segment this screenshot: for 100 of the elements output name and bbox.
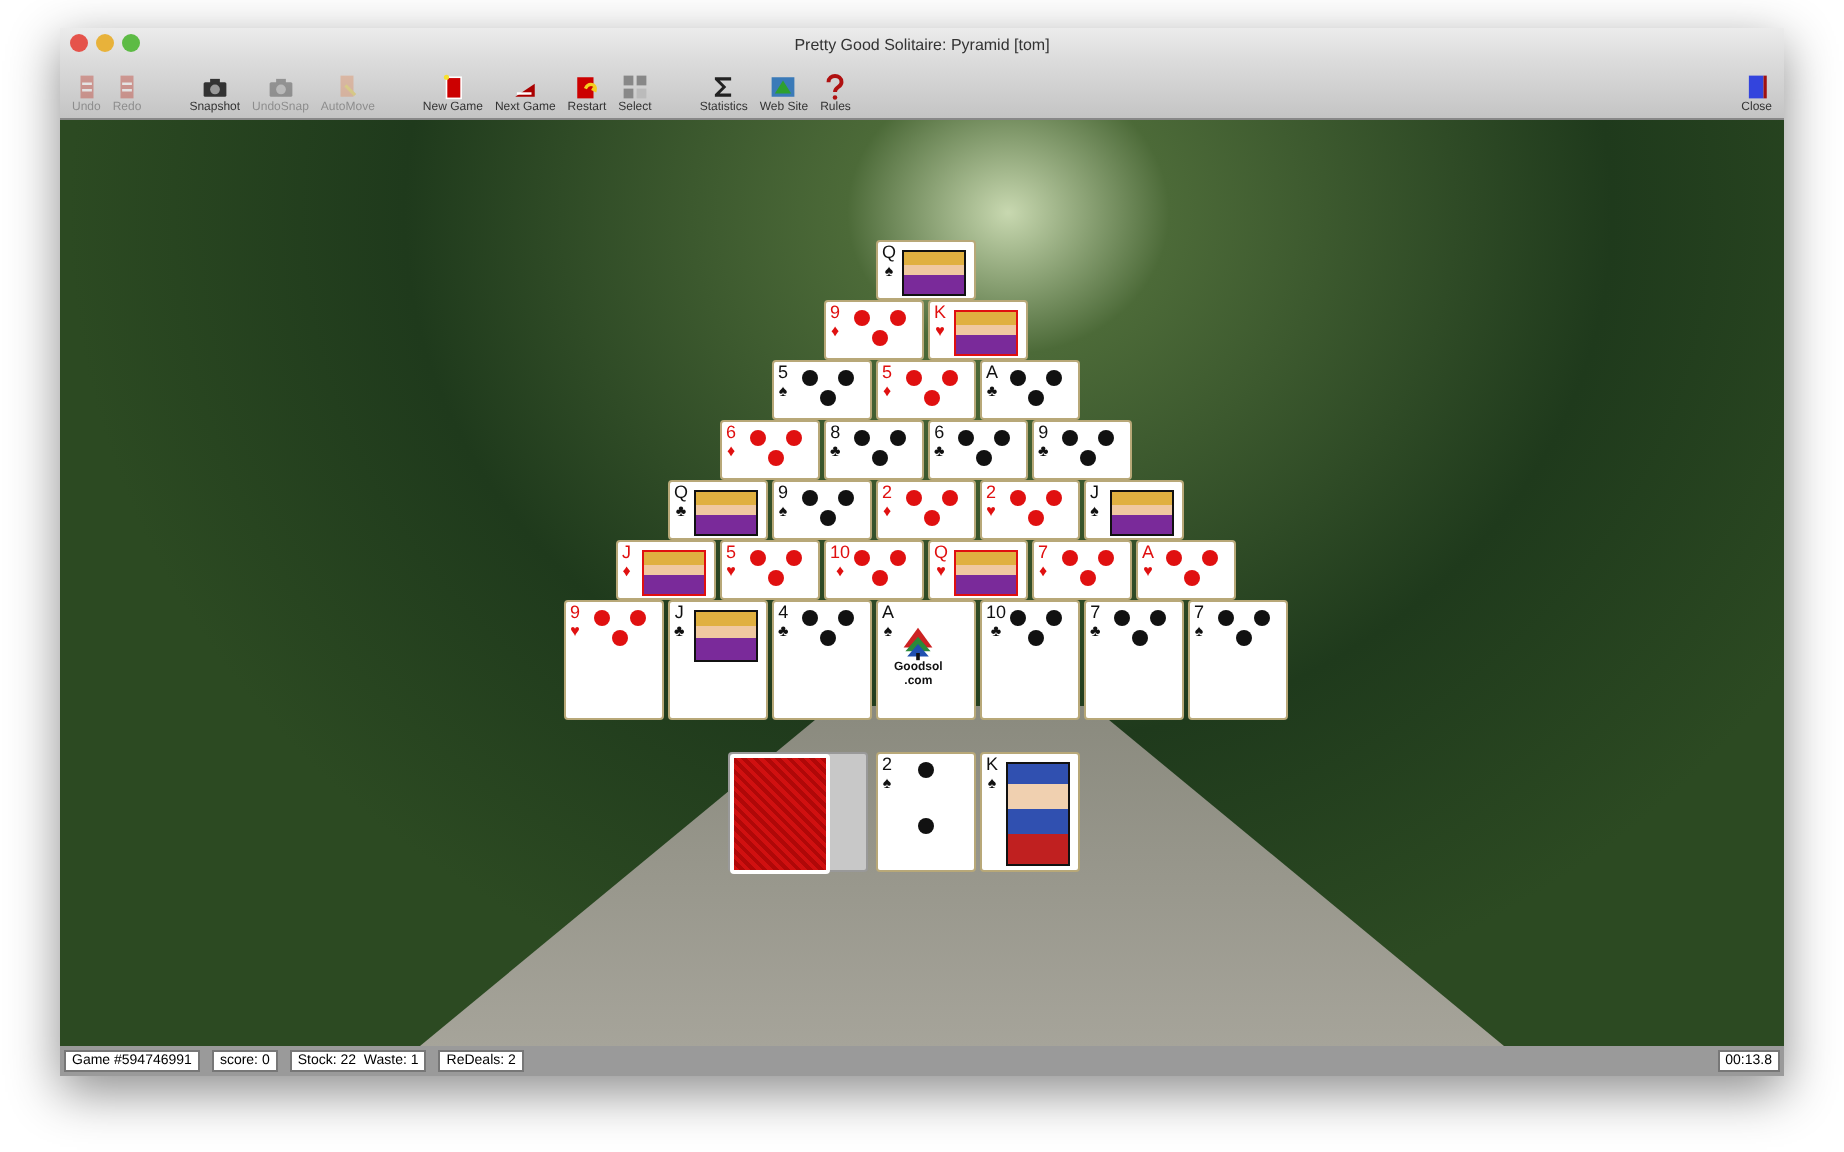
playing-card[interactable]: 5 ♥ <box>720 540 820 600</box>
pips-drawing <box>854 550 906 586</box>
card-suit: ♦ <box>882 502 892 520</box>
playing-card[interactable]: 5 ♦ <box>876 360 976 420</box>
playing-card[interactable]: 9 ♥ <box>564 600 664 720</box>
card-suit: ♦ <box>882 382 892 400</box>
card-suit: ♠ <box>778 382 788 400</box>
pips-drawing <box>958 430 1010 466</box>
playing-card[interactable]: 10 ♦ <box>824 540 924 600</box>
camera-icon <box>201 74 228 100</box>
pips-drawing <box>750 550 802 586</box>
card-rank: 10 <box>986 604 1007 622</box>
card-rank: J <box>622 544 631 562</box>
playing-card[interactable]: 9 ♠ <box>772 480 872 540</box>
close-window-button[interactable] <box>70 34 88 52</box>
playing-card[interactable]: J ♠ <box>1084 480 1184 540</box>
card-back <box>730 754 830 874</box>
playing-card[interactable]: 2 ♦ <box>876 480 976 540</box>
playing-card[interactable]: K ♥ <box>928 300 1028 360</box>
playing-card[interactable]: J ♣ <box>668 600 768 720</box>
card-suit: ♦ <box>1038 562 1048 580</box>
court-figure-drawing <box>642 550 706 596</box>
stock-pile[interactable] <box>728 752 868 872</box>
pips-drawing <box>854 310 906 346</box>
playing-card[interactable]: 9 ♦ <box>824 300 924 360</box>
pips-drawing <box>1010 490 1062 526</box>
card-suit: ♦ <box>835 562 845 580</box>
restart-icon <box>573 74 600 100</box>
pips-drawing <box>802 370 854 406</box>
card-suit: ♣ <box>830 442 841 460</box>
card-suit: ♠ <box>987 774 997 792</box>
card-suit: ♣ <box>1090 622 1101 640</box>
pips-drawing <box>1062 430 1114 466</box>
playing-card[interactable]: 2 ♥ <box>980 480 1080 540</box>
court-figure-drawing <box>1006 762 1070 866</box>
playing-card[interactable]: 7 ♣ <box>1084 600 1184 720</box>
playing-card[interactable]: J ♦ <box>616 540 716 600</box>
card-rank: 2 <box>882 756 893 774</box>
door-icon <box>1743 74 1770 100</box>
playing-card[interactable]: 6 ♣ <box>928 420 1028 480</box>
card-rank: 7 <box>1194 604 1205 622</box>
camera-icon <box>267 74 294 100</box>
playing-card[interactable]: K ♠ <box>980 752 1080 872</box>
card-suit: ♥ <box>936 562 946 580</box>
playing-card[interactable]: 2 ♠ <box>876 752 976 872</box>
newgame-icon <box>439 74 466 100</box>
card-rank: K <box>934 304 947 322</box>
playing-card[interactable]: 9 ♣ <box>1032 420 1132 480</box>
card-rank: 7 <box>1090 604 1101 622</box>
card-rank: 9 <box>570 604 581 622</box>
playing-card[interactable]: Q ♥ <box>928 540 1028 600</box>
card-suit: ♥ <box>935 322 945 340</box>
court-figure-drawing <box>694 610 758 662</box>
court-figure-drawing <box>694 490 758 536</box>
pips-drawing <box>802 610 854 646</box>
court-figure-drawing <box>1110 490 1174 536</box>
pips-drawing <box>802 490 854 526</box>
card-rank: 9 <box>1038 424 1049 442</box>
playing-card[interactable]: 6 ♦ <box>720 420 820 480</box>
card-suit: ♠ <box>882 774 892 792</box>
playing-card[interactable]: 10 ♣ <box>980 600 1080 720</box>
card-suit: ♥ <box>570 622 580 640</box>
playing-card[interactable]: 4 ♣ <box>772 600 872 720</box>
playing-card[interactable]: A ♣ <box>980 360 1080 420</box>
spade-logo-icon <box>900 626 937 662</box>
playing-card[interactable]: A ♥ <box>1136 540 1236 600</box>
pips-drawing <box>1010 370 1062 406</box>
playing-card[interactable]: Q ♠ <box>876 240 976 300</box>
sigma-icon <box>710 74 737 100</box>
card-suit: ♠ <box>778 502 788 520</box>
rules-icon <box>822 74 849 100</box>
card-rank: Q <box>882 244 897 262</box>
minimize-window-button[interactable] <box>96 34 114 52</box>
card-rank: 5 <box>726 544 737 562</box>
playing-card[interactable]: 5 ♠ <box>772 360 872 420</box>
pips-drawing <box>1114 610 1166 646</box>
card-rank: 7 <box>1038 544 1049 562</box>
pips-drawing <box>918 762 934 834</box>
playing-card[interactable]: 7 ♠ <box>1188 600 1288 720</box>
card-suit: ♣ <box>986 382 998 400</box>
pips-drawing <box>1062 550 1114 586</box>
court-figure-drawing <box>954 550 1018 596</box>
card-suit: ♥ <box>726 562 736 580</box>
playing-card[interactable]: 8 ♣ <box>824 420 924 480</box>
pips-drawing <box>906 490 958 526</box>
card-rank: Q <box>674 484 689 502</box>
card-suit: ♦ <box>830 322 840 340</box>
playing-card[interactable]: Q ♣ <box>668 480 768 540</box>
card-suit: ♠ <box>883 622 893 640</box>
card-rank: 2 <box>986 484 997 502</box>
card-rank: 6 <box>934 424 945 442</box>
card-rank: 2 <box>882 484 893 502</box>
card-suit: ♣ <box>1038 442 1049 460</box>
playing-card[interactable]: 7 ♦ <box>1032 540 1132 600</box>
zoom-window-button[interactable] <box>122 34 140 52</box>
window-title: Pretty Good Solitaire: Pyramid [tom] <box>794 35 1050 53</box>
card-rank: A <box>986 364 999 382</box>
card-rank: 5 <box>882 364 893 382</box>
card-rank: K <box>986 756 999 774</box>
card-rank: 6 <box>726 424 737 442</box>
